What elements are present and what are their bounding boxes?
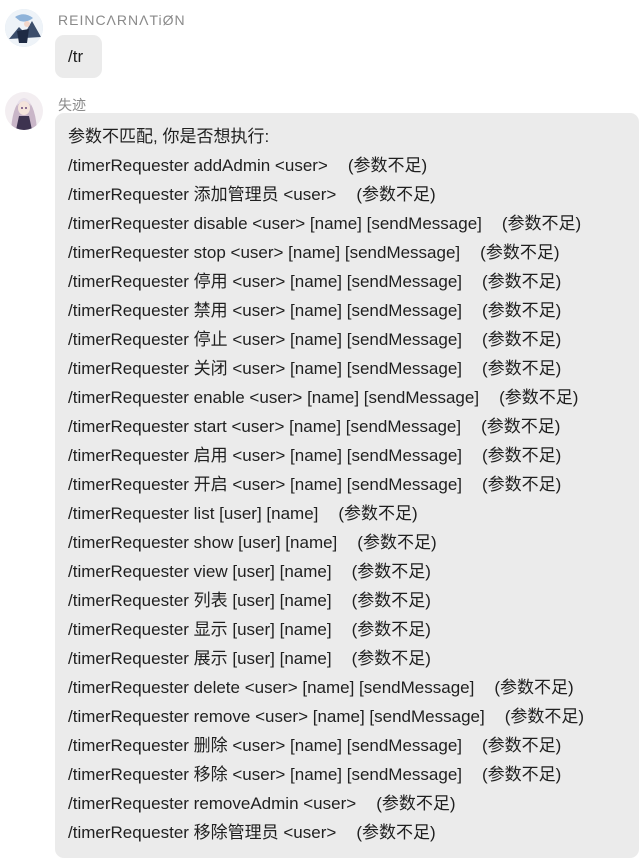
missing-args-hint: (参数不足) <box>499 388 579 407</box>
command-text: /timerRequester start <user> [name] [sen… <box>68 417 462 436</box>
command-text: /timerRequester 展示 [user] [name] <box>68 649 332 668</box>
sender-name[interactable]: REINCΛRNΛTiØN <box>58 12 186 28</box>
user-avatar[interactable] <box>5 92 43 130</box>
command-text: /timerRequester 列表 [user] [name] <box>68 591 332 610</box>
command-text: /timerRequester 删除 <user> [name] [sendMe… <box>68 736 463 755</box>
missing-args-hint: (参数不足) <box>482 330 562 349</box>
missing-args-hint: (参数不足) <box>351 649 431 668</box>
missing-args-hint: (参数不足) <box>356 185 436 204</box>
command-text: /timerRequester disable <user> [name] [s… <box>68 214 482 233</box>
suggestion-line: /timerRequester 移除 <user> [name] [sendMe… <box>68 760 639 789</box>
suggestion-line: /timerRequester disable <user> [name] [s… <box>68 209 639 238</box>
suggestion-line: /timerRequester 移除管理员 <user> (参数不足) <box>68 818 639 847</box>
suggestion-line: /timerRequester 删除 <user> [name] [sendMe… <box>68 731 639 760</box>
command-text: /timerRequester 移除管理员 <user> <box>68 823 337 842</box>
command-text: /timerRequester 添加管理员 <user> <box>68 185 337 204</box>
missing-args-hint: (参数不足) <box>482 475 562 494</box>
command-text: /timerRequester remove <user> [name] [se… <box>68 707 485 726</box>
command-text: /timerRequester enable <user> [name] [se… <box>68 388 480 407</box>
suggestion-line: /timerRequester 关闭 <user> [name] [sendMe… <box>68 354 639 383</box>
missing-args-hint: (参数不足) <box>482 272 562 291</box>
missing-args-hint: (参数不足) <box>351 620 431 639</box>
missing-args-hint: (参数不足) <box>480 243 560 262</box>
command-text: /timerRequester addAdmin <user> <box>68 156 328 175</box>
suggestion-line: /timerRequester enable <user> [name] [se… <box>68 383 639 412</box>
missing-args-hint: (参数不足) <box>351 591 431 610</box>
command-text: /timerRequester removeAdmin <user> <box>68 794 357 813</box>
suggestion-line: /timerRequester show [user] [name] (参数不足) <box>68 528 639 557</box>
chat-message: REINCΛRNΛTiØN /tr <box>0 0 639 85</box>
missing-args-hint: (参数不足) <box>494 678 574 697</box>
missing-args-hint: (参数不足) <box>338 504 418 523</box>
suggestion-line: /timerRequester start <user> [name] [sen… <box>68 412 639 441</box>
command-text: /timerRequester 启用 <user> [name] [sendMe… <box>68 446 463 465</box>
suggestion-line: /timerRequester 禁用 <user> [name] [sendMe… <box>68 296 639 325</box>
suggestion-line: /timerRequester delete <user> [name] [se… <box>68 673 639 702</box>
avatar-image <box>5 92 43 130</box>
missing-args-hint: (参数不足) <box>347 156 428 175</box>
message-header: 参数不匹配, 你是否想执行: <box>68 127 270 146</box>
user-avatar[interactable] <box>5 9 43 47</box>
suggestion-line: /timerRequester view [user] [name] (参数不足) <box>68 557 639 586</box>
command-text: /timerRequester 禁用 <user> [name] [sendMe… <box>68 301 463 320</box>
command-text: /timerRequester delete <user> [name] [se… <box>68 678 475 697</box>
command-text: /timerRequester show [user] [name] <box>68 533 338 552</box>
chat-message: 失迹 参数不匹配, 你是否想执行: /timerRequester addAdm… <box>0 88 639 864</box>
missing-args-hint: (参数不足) <box>356 823 436 842</box>
command-text: /timerRequester 显示 [user] [name] <box>68 620 332 639</box>
sender-name[interactable]: 失迹 <box>58 95 86 115</box>
suggestion-line: /timerRequester 开启 <user> [name] [sendMe… <box>68 470 639 499</box>
command-text: /timerRequester 移除 <user> [name] [sendMe… <box>68 765 463 784</box>
suggestion-line: /timerRequester 显示 [user] [name] (参数不足) <box>68 615 639 644</box>
command-text: /timerRequester 停止 <user> [name] [sendMe… <box>68 330 463 349</box>
suggestion-list: /timerRequester addAdmin <user> (参数不足)/ti… <box>68 151 639 847</box>
suggestion-line: /timerRequester 展示 [user] [name] (参数不足) <box>68 644 639 673</box>
message-bubble[interactable]: /tr <box>55 35 102 78</box>
suggestion-line: /timerRequester removeAdmin <user> (参数不足) <box>68 789 639 818</box>
missing-args-hint: (参数不足) <box>351 562 431 581</box>
command-text: /timerRequester 关闭 <user> [name] [sendMe… <box>68 359 463 378</box>
suggestion-line: /timerRequester 列表 [user] [name] (参数不足) <box>68 586 639 615</box>
suggestion-line: /timerRequester stop <user> [name] [send… <box>68 238 639 267</box>
avatar-image <box>5 9 43 47</box>
missing-args-hint: (参数不足) <box>357 533 437 552</box>
missing-args-hint: (参数不足) <box>482 765 562 784</box>
command-text: /timerRequester 停用 <user> [name] [sendMe… <box>68 272 463 291</box>
command-text: /timerRequester 开启 <user> [name] [sendMe… <box>68 475 463 494</box>
missing-args-hint: (参数不足) <box>482 359 562 378</box>
suggestion-line: /timerRequester list [user] [name] (参数不足) <box>68 499 639 528</box>
suggestion-line: /timerRequester remove <user> [name] [se… <box>68 702 639 731</box>
missing-args-hint: (参数不足) <box>504 707 585 726</box>
missing-args-hint: (参数不足) <box>482 301 562 320</box>
missing-args-hint: (参数不足) <box>376 794 456 813</box>
command-text: /timerRequester stop <user> [name] [send… <box>68 243 461 262</box>
missing-args-hint: (参数不足) <box>501 214 582 233</box>
missing-args-hint: (参数不足) <box>482 736 562 755</box>
missing-args-hint: (参数不足) <box>481 417 561 436</box>
suggestion-line: /timerRequester addAdmin <user> (参数不足) <box>68 151 639 180</box>
suggestion-line: /timerRequester 添加管理员 <user> (参数不足) <box>68 180 639 209</box>
suggestion-line: /timerRequester 停止 <user> [name] [sendMe… <box>68 325 639 354</box>
message-bubble[interactable]: 参数不匹配, 你是否想执行: /timerRequester addAdmin … <box>55 113 639 858</box>
command-text: /timerRequester list [user] [name] <box>68 504 319 523</box>
missing-args-hint: (参数不足) <box>482 446 562 465</box>
suggestion-line: /timerRequester 停用 <user> [name] [sendMe… <box>68 267 639 296</box>
suggestion-line: /timerRequester 启用 <user> [name] [sendMe… <box>68 441 639 470</box>
message-text: /tr <box>68 47 84 66</box>
command-text: /timerRequester view [user] [name] <box>68 562 332 581</box>
